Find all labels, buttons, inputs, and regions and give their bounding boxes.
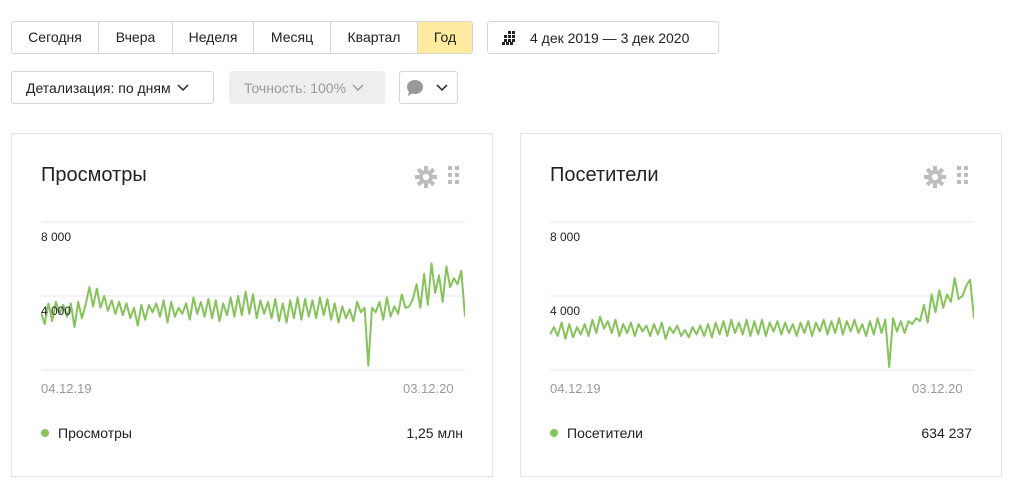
accuracy-dropdown-label: Точность: 100% (244, 79, 347, 96)
period-week-button[interactable]: Неделя (173, 22, 254, 53)
views-chart (41, 221, 465, 371)
date-range-button[interactable]: 4 дек 2019 — 3 дек 2020 (487, 21, 719, 54)
visitors-chart (550, 221, 974, 371)
drag-handle-icon[interactable] (448, 166, 460, 186)
widget-visitors: Посетители 8 000 4 000 04.12.19 03.12.20… (520, 133, 1002, 477)
accuracy-dropdown: Точность: 100% (229, 71, 385, 104)
comment-bubble-icon (407, 79, 423, 96)
calendar-icon (502, 30, 515, 45)
chevron-down-icon (177, 83, 189, 91)
x-end-label: 03.12.20 (403, 381, 454, 396)
chevron-down-icon (352, 83, 364, 91)
period-selector: Сегодня Вчера Неделя Месяц Квартал Год (11, 21, 473, 54)
legend-label: Просмотры (58, 425, 132, 441)
drag-handle-icon[interactable] (957, 166, 969, 186)
series-line (550, 277, 974, 368)
legend-dot (41, 429, 49, 437)
legend-dot (550, 429, 558, 437)
series-line (41, 262, 465, 367)
period-year-button[interactable]: Год (418, 22, 472, 53)
detail-dropdown-label: Детализация: по дням (26, 79, 171, 96)
x-start-label: 04.12.19 (550, 381, 601, 396)
period-quarter-button[interactable]: Квартал (331, 22, 418, 53)
period-month-button[interactable]: Месяц (254, 22, 331, 53)
comments-dropdown[interactable] (399, 71, 458, 104)
widget-title: Посетители (550, 164, 659, 186)
detail-dropdown[interactable]: Детализация: по дням (11, 71, 214, 104)
date-range-label: 4 дек 2019 — 3 дек 2020 (530, 29, 690, 46)
chevron-down-icon (436, 83, 448, 91)
widget-views: Просмотры 8 000 4 000 04.12.19 03.12.20 … (11, 133, 493, 477)
y-tick-label: 4 000 (550, 304, 581, 318)
x-end-label: 03.12.20 (912, 381, 963, 396)
gear-icon[interactable] (415, 166, 437, 188)
x-start-label: 04.12.19 (41, 381, 92, 396)
y-tick-label: 8 000 (41, 230, 72, 244)
chart-legend: Посетители (550, 425, 643, 441)
chart-legend: Просмотры (41, 425, 132, 441)
y-tick-label: 8 000 (550, 230, 581, 244)
period-yesterday-button[interactable]: Вчера (99, 22, 173, 53)
y-tick-label: 4 000 (41, 304, 72, 318)
gear-icon[interactable] (924, 166, 946, 188)
period-today-button[interactable]: Сегодня (12, 22, 99, 53)
widget-title: Просмотры (41, 164, 147, 186)
legend-label: Посетители (567, 425, 643, 441)
total-value: 1,25 млн (406, 425, 463, 441)
total-value: 634 237 (921, 425, 972, 441)
